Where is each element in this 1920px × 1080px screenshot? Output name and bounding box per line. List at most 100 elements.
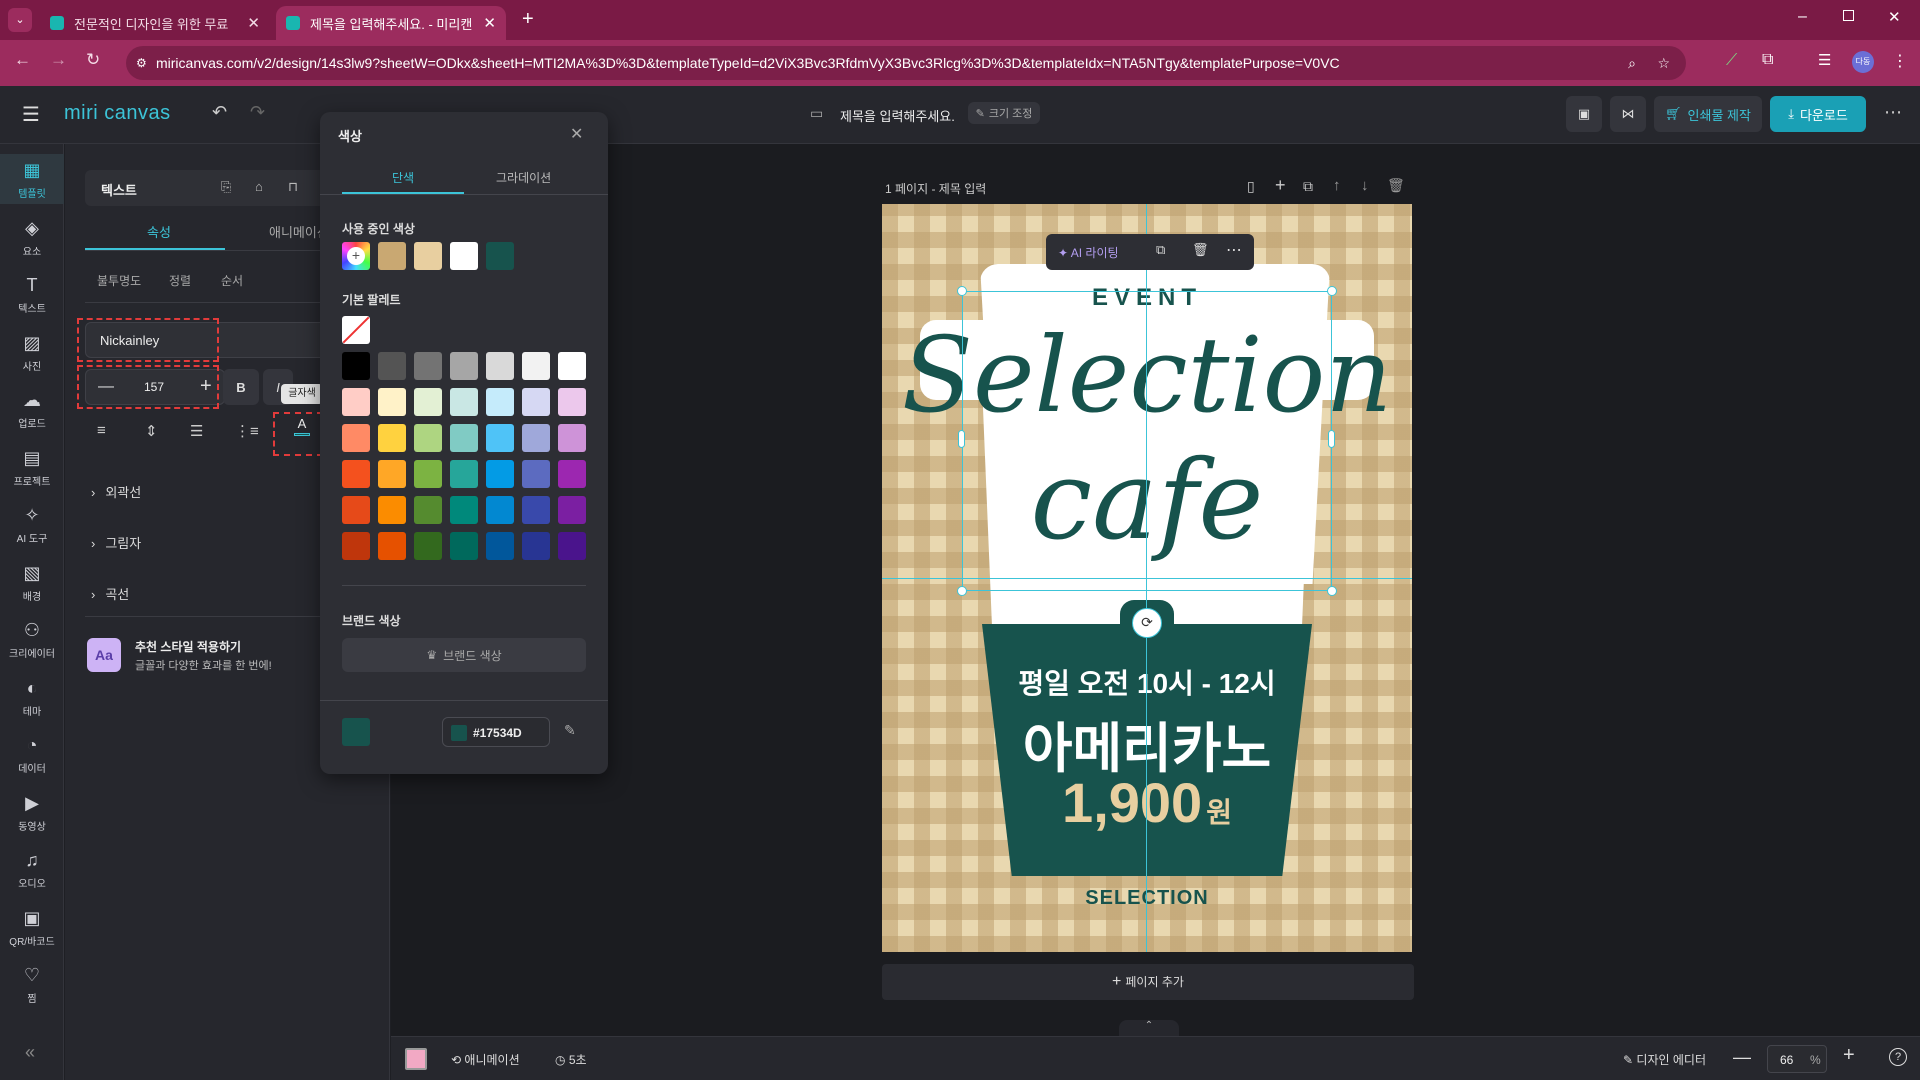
palette-swatch[interactable]	[558, 460, 586, 488]
paint-format-icon[interactable]: ⌂	[255, 179, 263, 194]
collapse-panel-icon[interactable]: «	[25, 1042, 35, 1063]
palette-swatch[interactable]	[450, 352, 478, 380]
palette-swatch[interactable]	[450, 388, 478, 416]
palette-swatch[interactable]	[486, 424, 514, 452]
palette-swatch[interactable]	[450, 460, 478, 488]
resize-handle-tr[interactable]	[1327, 286, 1337, 296]
rail-item-text[interactable]: T 텍스트	[0, 269, 64, 319]
trash-icon[interactable]: 🗑︎	[1192, 242, 1209, 258]
hex-input[interactable]: #17534D	[442, 717, 550, 747]
rail-item-elements[interactable]: ◈ 요소	[0, 212, 64, 262]
current-color-swatch[interactable]	[342, 718, 370, 746]
zoom-value[interactable]: 66	[1780, 1053, 1793, 1067]
rail-item-video[interactable]: ▶ 동영상	[0, 787, 64, 837]
logo[interactable]: miri canvas	[64, 102, 171, 125]
resize-handle-br[interactable]	[1327, 586, 1337, 596]
rail-item-data[interactable]: ◔ 데이터	[0, 729, 64, 779]
page-note-icon[interactable]: ▯	[1247, 178, 1255, 195]
outline-section[interactable]: › 외곽선	[91, 482, 141, 501]
palette-swatch[interactable]	[378, 460, 406, 488]
help-icon[interactable]: ?	[1889, 1048, 1907, 1066]
resize-handle-tl[interactable]	[957, 286, 967, 296]
close-tab-icon[interactable]: ✕	[483, 14, 496, 32]
document-title[interactable]: 제목을 입력해주세요.	[840, 106, 955, 125]
palette-swatch[interactable]	[486, 352, 514, 380]
more-icon[interactable]: ⋯	[1226, 240, 1242, 260]
extension-icon[interactable]: ⟋	[1726, 52, 1737, 70]
palette-swatch[interactable]	[414, 460, 442, 488]
palette-swatch[interactable]	[378, 352, 406, 380]
palette-swatch[interactable]	[342, 388, 370, 416]
tab-gradient[interactable]: 그라데이션	[496, 169, 551, 186]
folder-icon[interactable]: ▭	[810, 105, 823, 122]
share-icon-button[interactable]: ⋈	[1610, 96, 1646, 132]
palette-swatch[interactable]	[522, 532, 550, 560]
profile-avatar[interactable]: 다동	[1852, 51, 1874, 73]
design-editor-button[interactable]: ✎ 디자인 에디터	[1623, 1051, 1706, 1068]
palette-swatch[interactable]	[450, 496, 478, 524]
palette-swatch[interactable]	[414, 532, 442, 560]
palette-swatch[interactable]	[558, 496, 586, 524]
palette-swatch[interactable]	[342, 424, 370, 452]
duplicate-icon[interactable]: ⧉	[1156, 242, 1165, 258]
save-icon-button[interactable]: ▣	[1566, 96, 1602, 132]
used-color-swatch[interactable]	[378, 242, 406, 270]
copy-style-icon[interactable]: ⎘	[221, 179, 231, 195]
palette-swatch[interactable]	[414, 388, 442, 416]
rail-item-project[interactable]: ▤ 프로젝트	[0, 442, 64, 492]
palette-swatch[interactable]	[558, 532, 586, 560]
align-option[interactable]: 정렬	[169, 272, 191, 289]
price-value[interactable]: 1,900	[1062, 771, 1202, 834]
palette-swatch[interactable]	[342, 460, 370, 488]
duration-button[interactable]: ◷ 5초	[555, 1051, 587, 1068]
more-options-icon[interactable]: ⋯	[1884, 102, 1902, 123]
rail-item-ai-tools[interactable]: ✧ AI 도구	[0, 499, 64, 549]
palette-swatch[interactable]	[378, 532, 406, 560]
line-spacing-icon[interactable]: ☰	[190, 422, 203, 440]
palette-swatch[interactable]	[378, 424, 406, 452]
forward-icon[interactable]: →	[50, 50, 67, 70]
close-popup-icon[interactable]: ✕	[570, 124, 583, 144]
move-down-icon[interactable]: ↓	[1361, 177, 1369, 194]
add-page-icon[interactable]: +	[1275, 175, 1286, 196]
list-icon[interactable]: ⋮≡	[235, 422, 259, 440]
hex-value[interactable]: #17534D	[473, 726, 522, 740]
rail-item-creator[interactable]: ⚇ 크리에이터	[0, 614, 64, 664]
tab-properties[interactable]: 속성	[147, 222, 171, 241]
restore-window-icon[interactable]	[1843, 10, 1854, 21]
download-button[interactable]: ⤓ 다운로드	[1770, 96, 1866, 132]
animation-button[interactable]: ⟲ 애니메이션	[451, 1051, 520, 1068]
tab-solid[interactable]: 단색	[392, 169, 414, 186]
delete-page-icon[interactable]: 🗑︎	[1387, 177, 1405, 194]
palette-swatch[interactable]	[486, 388, 514, 416]
tab-list-dropdown[interactable]: ⌄	[8, 8, 32, 32]
media-icon[interactable]: ☰	[1818, 51, 1831, 69]
order-option[interactable]: 순서	[221, 272, 243, 289]
palette-swatch[interactable]	[558, 424, 586, 452]
site-info-icon[interactable]: ⚙	[136, 56, 147, 70]
brand-colors-button[interactable]: ♛ 브랜드 색상	[342, 638, 586, 672]
rail-item-qr[interactable]: ▣ QR/바코드	[0, 902, 64, 952]
vertical-align-icon[interactable]: ⇕	[145, 422, 158, 440]
palette-swatch[interactable]	[522, 388, 550, 416]
zoom-out-icon[interactable]: —	[1733, 1047, 1751, 1068]
rail-item-photo[interactable]: ▨ 사진	[0, 327, 64, 377]
text-align-icon[interactable]: ≡	[97, 422, 106, 439]
lock-icon[interactable]: ⊓	[288, 179, 298, 195]
hamburger-menu-icon[interactable]: ☰	[22, 102, 40, 127]
rail-item-theme[interactable]: ◐ 테마	[0, 672, 64, 722]
rail-item-upload[interactable]: ☁ 업로드	[0, 384, 64, 434]
palette-swatch[interactable]	[486, 532, 514, 560]
shadow-section[interactable]: › 그림자	[91, 533, 141, 552]
palette-swatch[interactable]	[486, 460, 514, 488]
palette-swatch[interactable]	[378, 388, 406, 416]
bold-button[interactable]: B	[223, 369, 259, 405]
rail-item-heart[interactable]: ♡ 찜	[0, 959, 64, 1009]
undo-icon[interactable]: ↶	[212, 102, 227, 123]
background-color-chip[interactable]	[405, 1048, 427, 1070]
resize-handle-right[interactable]	[1328, 430, 1335, 448]
palette-swatch[interactable]	[522, 460, 550, 488]
eyedropper-icon[interactable]: ✎	[564, 722, 576, 739]
ai-writing-button[interactable]: ✦ AI 라이팅	[1058, 244, 1119, 261]
palette-swatch[interactable]	[558, 388, 586, 416]
